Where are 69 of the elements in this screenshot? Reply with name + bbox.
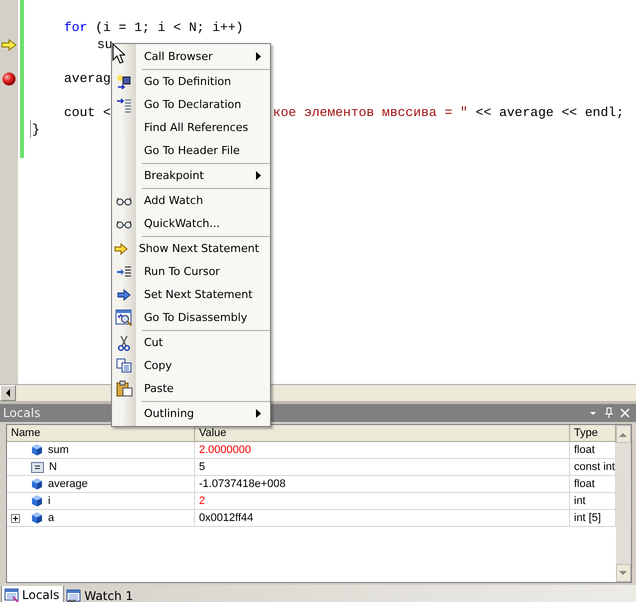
variable-value: -1.0737418e+008 [199, 478, 286, 490]
arrow-icon [117, 288, 131, 300]
code-text: averag [64, 71, 111, 86]
code-string: кое элементов мвссива = " [272, 105, 468, 120]
variable-value: 2.0000000 [199, 444, 251, 456]
variable-type: float [574, 444, 595, 456]
scroll-left-icon [5, 389, 11, 397]
variable-value: 0x0012ff44 [199, 512, 254, 524]
panel-tab[interactable]: Watch 1 [64, 587, 138, 602]
menu-item[interactable]: Go To Declaration [112, 93, 270, 116]
menu-item[interactable]: Add Watch [112, 189, 270, 212]
expand-icon[interactable] [11, 514, 20, 522]
window-icon [66, 588, 82, 602]
scroll-down-icon [619, 570, 628, 576]
disassembly-icon [115, 308, 133, 326]
menu-item[interactable]: Run To Cursor [112, 260, 270, 283]
panel-tab[interactable]: Locals [1, 586, 64, 602]
variable-value: 5 [199, 461, 206, 473]
code-text: (i = 1; i < N; i++) [94, 20, 244, 35]
copy-icon [116, 358, 132, 373]
declaration-icon [116, 96, 132, 112]
variable-name: i [48, 495, 50, 507]
menu-item[interactable]: Outlining [112, 402, 270, 425]
variable-icon [31, 478, 43, 490]
variable-icon [31, 444, 43, 456]
close-icon[interactable] [620, 408, 630, 418]
arrow-icon [114, 242, 128, 254]
window-icon [4, 587, 20, 602]
paste-icon [116, 380, 132, 397]
menu-item[interactable]: Go To Definition [112, 70, 270, 93]
variable-type: int [574, 495, 586, 507]
variable-icon [31, 495, 43, 507]
mouse-pointer-icon [112, 43, 125, 64]
panel-title: Locals [3, 406, 40, 420]
constant-icon [31, 462, 44, 472]
variable-name: N [49, 461, 57, 473]
menu-item[interactable]: QuickWatch... [112, 212, 270, 235]
pin-icon[interactable] [604, 407, 614, 419]
run-to-cursor-icon [116, 266, 132, 278]
submenu-arrow-icon [256, 52, 261, 61]
code-text: } [32, 122, 40, 137]
submenu-arrow-icon [256, 171, 261, 180]
variable-type: int [5] [574, 512, 601, 524]
glasses-icon [116, 196, 132, 206]
definition-icon [116, 74, 132, 90]
menu-item[interactable]: Copy [112, 354, 270, 377]
variable-name: average [48, 478, 88, 490]
code-text: cout < [64, 105, 111, 120]
code-keyword: for [64, 20, 88, 35]
variable-name: sum [48, 444, 69, 456]
menu-item[interactable]: Go To Disassembly [112, 306, 270, 329]
vertical-scrollbar[interactable] [616, 425, 631, 582]
submenu-arrow-icon [256, 409, 261, 418]
menu-item[interactable]: Paste [112, 377, 270, 400]
scroll-up-icon [619, 432, 628, 436]
glasses-icon [116, 218, 132, 228]
variable-value: 2 [199, 495, 206, 507]
variable-type: const int [574, 461, 615, 473]
menu-item[interactable]: Set Next Statement [112, 283, 270, 306]
variable-name: a [48, 512, 54, 524]
menu-item[interactable]: Cut [112, 331, 270, 354]
menu-item[interactable]: Breakpoint [112, 164, 270, 187]
menu-item[interactable]: Go To Header File [112, 139, 270, 162]
scissors-icon [118, 334, 130, 350]
code-text: << average << endl; [474, 105, 624, 120]
variable-icon [31, 512, 43, 524]
menu-item[interactable]: Show Next Statement [112, 237, 270, 260]
variable-type: float [574, 478, 595, 490]
menu-item[interactable]: Find All References [112, 116, 270, 139]
